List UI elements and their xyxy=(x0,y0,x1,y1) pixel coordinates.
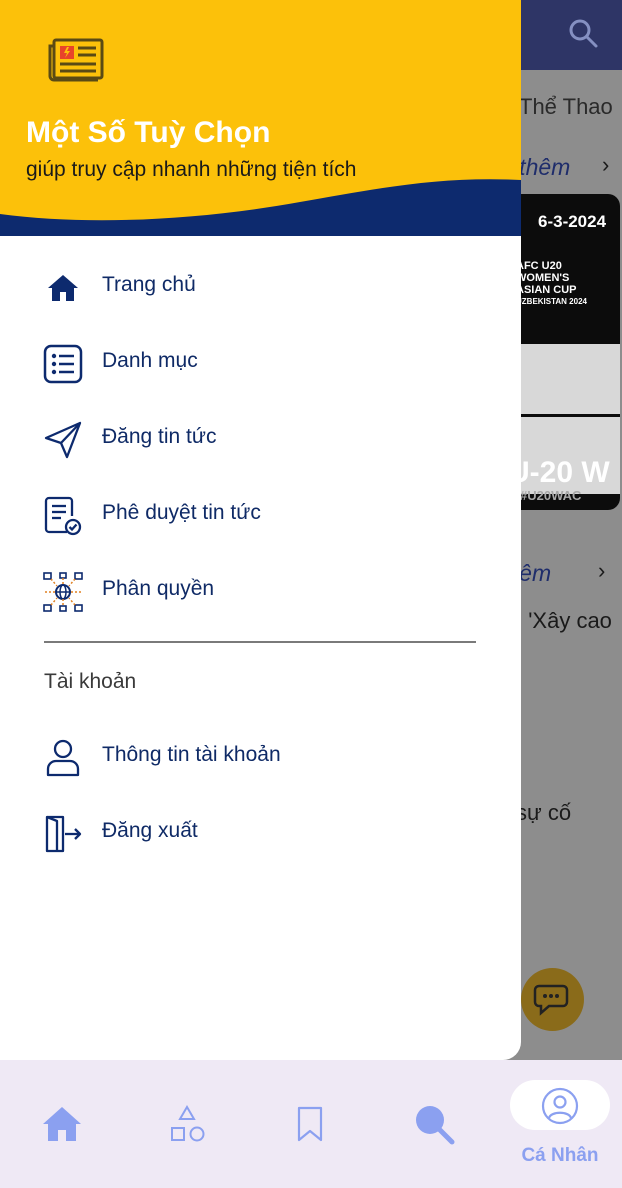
menu-item-home[interactable]: Trang chủ xyxy=(0,257,521,317)
logout-icon xyxy=(42,813,84,855)
search-icon[interactable] xyxy=(566,16,600,50)
card-event-line: UZBEKISTAN 2024 xyxy=(516,297,587,306)
news-title[interactable]: : 'Xây cao xyxy=(516,608,612,634)
card-event-line: WOMEN'S xyxy=(516,272,570,284)
nav-search-button[interactable] xyxy=(392,1060,476,1188)
card-event-text: AFC U20 WOMEN'S ASIAN CUP UZBEKISTAN 202… xyxy=(516,260,587,308)
category-tab-label[interactable]: Thể Thao xyxy=(519,94,613,120)
menu-item-account-info[interactable]: Thông tin tài khoản xyxy=(0,727,521,787)
home-icon xyxy=(42,267,84,309)
newspaper-icon xyxy=(48,38,104,82)
nav-profile-label[interactable]: Cá Nhân xyxy=(510,1145,610,1167)
menu-item-label: Trang chủ xyxy=(102,273,196,296)
menu-item-approve-news[interactable]: Phê duyệt tin tức xyxy=(0,485,521,545)
user-icon xyxy=(42,737,84,779)
menu-item-label: Phân quyền xyxy=(102,577,215,600)
chat-icon xyxy=(533,984,568,1016)
news-title[interactable]: sự cố xyxy=(516,800,571,826)
featured-news-card[interactable]: 6-3-2024 AFC U20 WOMEN'S ASIAN CUP UZBEK… xyxy=(508,194,620,510)
profile-icon xyxy=(541,1087,579,1125)
drawer-header: Một Số Tuỳ Chọn giúp truy cập nhanh nhữn… xyxy=(0,0,521,236)
menu-item-label: Thông tin tài khoản xyxy=(102,743,281,766)
menu-item-label: Đăng xuất xyxy=(102,819,198,842)
approve-document-icon xyxy=(42,495,84,537)
nav-home-button[interactable] xyxy=(20,1060,104,1188)
card-hashtag: #U20WAC xyxy=(520,488,582,503)
bookmark-icon xyxy=(297,1106,323,1142)
menu-item-post-news[interactable]: Đăng tin tức xyxy=(0,409,521,469)
card-date: 6-3-2024 xyxy=(538,212,607,231)
list-icon xyxy=(42,343,84,385)
navigation-drawer: Một Số Tuỳ Chọn giúp truy cập nhanh nhữn… xyxy=(0,0,521,1060)
home-icon xyxy=(43,1107,81,1141)
drawer-subtitle: giúp truy cập nhanh những tiện tích xyxy=(26,158,357,181)
menu-item-permissions[interactable]: Phân quyền xyxy=(0,561,521,621)
chevron-right-icon[interactable]: › xyxy=(602,152,609,178)
flag-divider xyxy=(516,414,620,417)
card-headline: U-20 W xyxy=(508,456,610,489)
menu-item-categories[interactable]: Danh mục xyxy=(0,333,521,393)
menu-divider xyxy=(44,641,476,643)
chat-fab-button[interactable] xyxy=(521,968,584,1031)
network-permission-icon xyxy=(42,571,84,613)
send-icon xyxy=(42,419,84,461)
card-event-line: ASIAN CUP xyxy=(516,284,577,296)
menu-item-logout[interactable]: Đăng xuất xyxy=(0,803,521,863)
card-event-line: AFC U20 xyxy=(516,260,562,272)
nav-profile-button[interactable] xyxy=(510,1080,610,1130)
drawer-title: Một Số Tuỳ Chọn xyxy=(26,116,271,149)
nav-bookmark-button[interactable] xyxy=(268,1060,352,1188)
search-icon xyxy=(416,1106,455,1145)
chevron-right-icon[interactable]: › xyxy=(598,558,605,584)
shapes-icon xyxy=(171,1105,205,1142)
menu-item-label: Đăng tin tức xyxy=(102,425,217,448)
nav-categories-button[interactable] xyxy=(145,1060,229,1188)
menu-item-label: Danh mục xyxy=(102,349,198,372)
account-section-label: Tài khoản xyxy=(44,670,137,693)
menu-item-label: Phê duyệt tin tức xyxy=(102,501,261,524)
